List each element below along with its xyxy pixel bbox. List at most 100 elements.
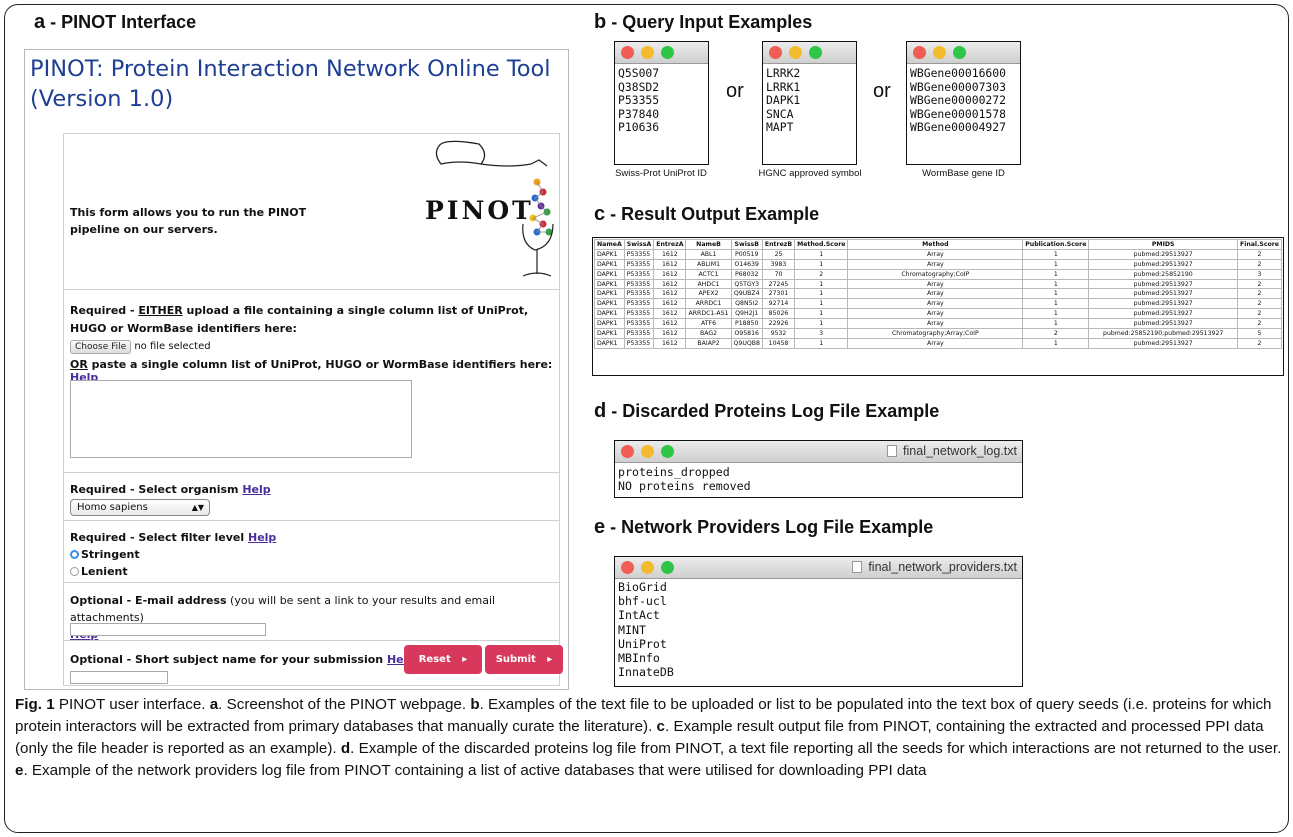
table-cell: 9532 [761,328,796,339]
radio-unselected-icon[interactable] [70,567,79,576]
table-cell: 27301 [761,288,796,300]
table-cell: Q9H2J1 [730,308,763,320]
subject-field[interactable] [70,671,168,684]
uniprot-list-window: Q5S007 Q38SD2 P53355 P37840 P10636 [614,41,709,165]
table-cell: AHDC1 [685,278,732,290]
table-cell: 1 [1022,248,1090,260]
close-dot-icon [621,561,634,574]
providers-log-content: BioGrid bhf-ucl IntAct MINT UniProt MBIn… [618,580,674,680]
table-cell: Chromatography;Array;CoIP [847,328,1024,339]
filter-lenient-option[interactable]: Lenient [70,565,128,578]
table-cell: 2 [1022,328,1090,339]
hgnc-symbol-list: LRRK2 LRRK1 DAPK1 SNCA MAPT [766,66,801,135]
table-cell: 1 [1022,318,1090,330]
table-cell: 1 [1022,337,1090,349]
table-row: DAPK1 P53355 1612 ARRDC1-AS1 Q9H2J1 85026 1 Arr… [594,308,1283,320]
table-cell: Array [847,258,1024,270]
table-cell: P18850 [730,318,763,330]
radio-selected-icon[interactable] [70,550,79,559]
table-cell: pubmed:29513927 [1088,337,1238,349]
table-cell: P68032 [730,268,763,280]
reset-button[interactable]: Reset ▸ [404,645,482,674]
table-row: DAPK1 P53355 1612 APEX2 Q9UBZ4 27301 1 Array 1 pu… [594,288,1283,300]
table-cell: pubmed:29513927 [1088,318,1238,330]
table-cell: Q9UQB8 [730,337,763,349]
table-row: DAPK1 P53355 1612 ACTC1 P68032 70 2 Chromatogra… [594,268,1283,280]
wormbase-id-list: WBGene00016600 WBGene00007303 WBGene0000… [910,66,1007,135]
table-cell: ARRDC1-AS1 [685,308,732,320]
table-cell: P53355 [623,288,655,300]
table-cell: 2 [1236,337,1283,349]
window-titlebar: final_network_log.txt [615,441,1022,463]
table-cell: Q5TGY3 [730,278,763,290]
close-dot-icon [913,46,926,59]
discarded-log-content: proteins_dropped NO proteins removed [618,465,751,493]
select-arrows-icon: ▲▼ [191,503,204,512]
table-cell: ARRDC1 [685,298,732,310]
filter-help-link[interactable]: Help [248,531,276,544]
panel-b-heading: b - Query Input Examples [594,11,813,33]
column-header: NameA [594,239,625,250]
table-cell: 2 [1236,278,1283,290]
table-cell: 1 [794,337,849,349]
column-header: EntrezA [653,239,687,250]
table-cell: 2 [1236,288,1283,300]
table-cell: 1 [794,248,849,260]
table-cell: pubmed:29513927 [1088,288,1238,300]
table-cell: ATF6 [685,318,732,330]
table-cell: pubmed:29513927 [1088,308,1238,320]
table-row: DAPK1 P53355 1612 BAIAP2 Q9UQB8 10458 1 Array 1 p… [594,337,1283,349]
submit-button[interactable]: Submit ▸ [485,645,563,674]
choose-file-button[interactable]: Choose File [70,340,132,354]
table-cell: DAPK1 [594,258,625,270]
identifiers-textarea[interactable] [70,380,412,458]
column-header: Method [847,239,1024,250]
or-label: or [873,80,891,102]
table-cell: pubmed:29513927 [1088,248,1238,260]
table-cell: ABLIM1 [685,258,732,270]
minimize-dot-icon [789,46,802,59]
table-cell: 92714 [761,298,796,310]
table-cell: 2 [1236,258,1283,270]
organism-help-link[interactable]: Help [242,483,270,496]
table-header-row: NameA SwissA EntrezA NameB SwissB Entrez… [594,239,1283,250]
table-cell: 1612 [653,337,687,349]
filter-label: Required - Select filter level Help [70,531,277,544]
email-field[interactable] [70,623,266,636]
pinot-webpage: PINOT: Protein Interaction Network Onlin… [24,49,569,690]
table-cell: Array [847,298,1024,310]
table-cell: 1 [1022,278,1090,290]
result-table: NameA SwissA EntrezA NameB SwissB Entrez… [594,239,1283,349]
table-cell: Array [847,318,1024,330]
table-cell: 1612 [653,308,687,320]
column-header: Method.Score [794,239,849,250]
table-cell: Chromatography;CoIP [847,268,1024,280]
intro-row: This form allows you to run the PINOT pi… [64,134,559,290]
hgnc-caption: HGNC approved symbol [758,168,862,179]
pinot-logo: PINOT [419,134,559,289]
hgnc-list-window: LRRK2 LRRK1 DAPK1 SNCA MAPT [762,41,857,165]
zoom-dot-icon [661,445,674,458]
document-icon [887,445,898,457]
table-cell: DAPK1 [594,328,625,339]
table-row: DAPK1 P53355 1612 ABLIM1 O14639 3983 1 Array 1 pu… [594,258,1283,270]
table-cell: 10458 [761,337,796,349]
table-cell: 1612 [653,268,687,280]
table-cell: P00519 [730,248,763,260]
organism-select[interactable]: Homo sapiens ▲▼ [70,499,210,516]
no-file-label: no file selected [134,341,211,352]
table-cell: 1612 [653,258,687,270]
table-cell: P53355 [623,318,655,330]
window-title: final_network_log.txt [887,444,1017,458]
column-header: SwissB [730,239,763,250]
table-cell: Array [847,278,1024,290]
filter-stringent-option[interactable]: Stringent [70,548,140,561]
table-cell: 5 [1236,328,1283,339]
table-cell: P53355 [623,298,655,310]
table-cell: 1612 [653,248,687,260]
table-cell: P53355 [623,278,655,290]
table-cell: BAG2 [685,328,732,339]
organism-label: Required - Select organism Help [70,483,271,496]
table-cell: ABL1 [685,248,732,260]
uniprot-id-list: Q5S007 Q38SD2 P53355 P37840 P10636 [618,66,660,135]
